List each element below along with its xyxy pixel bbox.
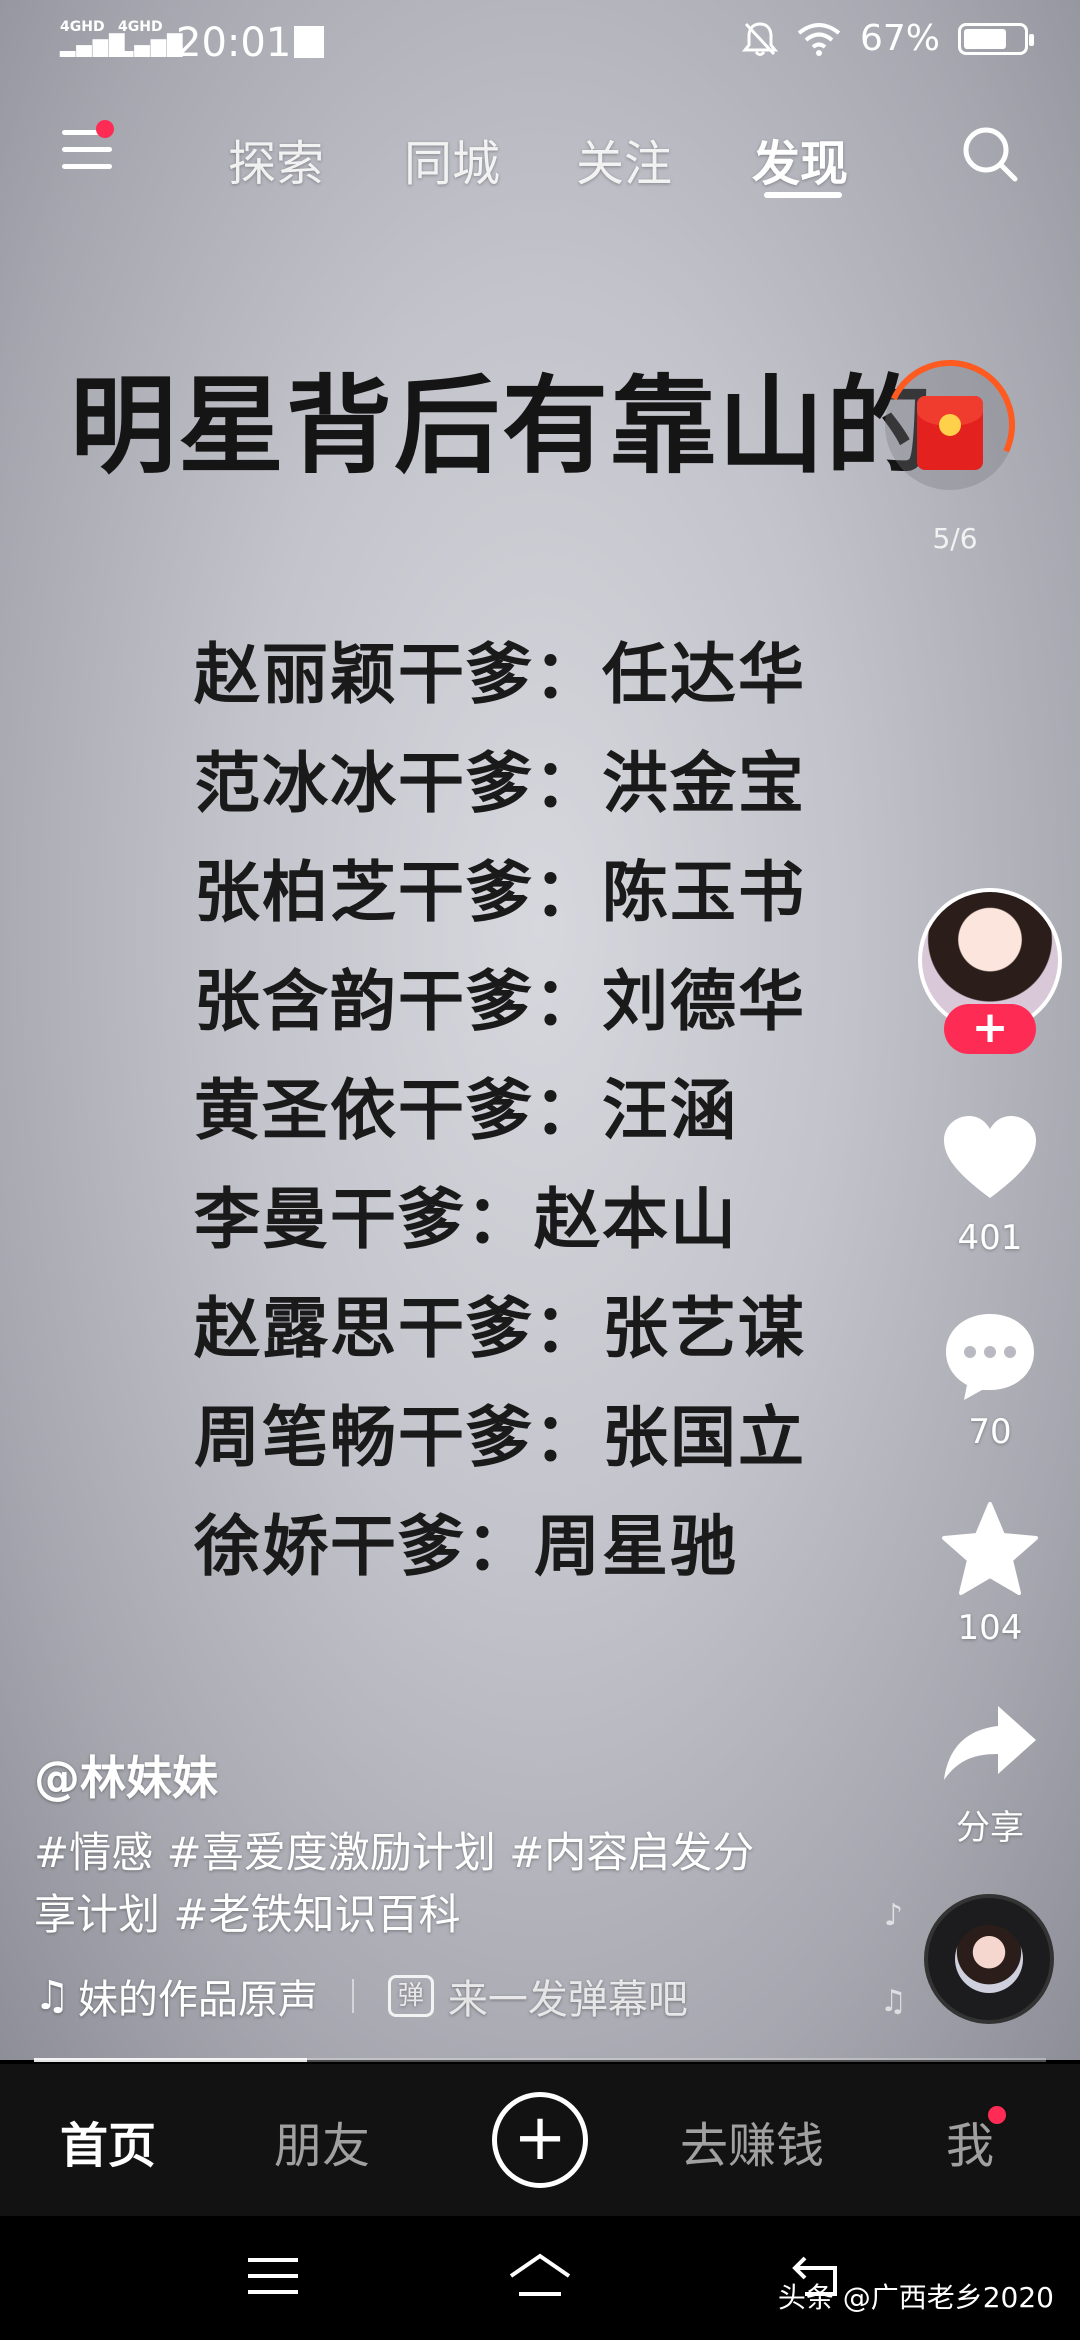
music-note-icon-2: ♫ — [880, 1984, 907, 2019]
list-item: 周笔畅干爹：张国立 — [194, 1399, 806, 1476]
share-icon[interactable] — [940, 1696, 1040, 1796]
author-name[interactable]: @林妹妹 — [34, 1742, 218, 1808]
comment-count: 70 — [968, 1412, 1012, 1452]
danmu-placeholder: 来一发弹幕吧 — [447, 1977, 688, 2023]
tab-following[interactable]: 关注 — [576, 124, 672, 194]
text-list: 赵丽颖干爹：任达华 范冰冰干爹：洪金宝 张柏芝干爹：陈玉书 张含韵干爹：刘德华 … — [194, 620, 806, 1601]
status-bar: 4GHD ▂▄▆█ 4GHD ▂▄▆█ 20:01 67% — [0, 0, 1080, 86]
signal-icon: 4GHD ▂▄▆█ — [60, 19, 126, 57]
red-packet-progress: 5/6 — [932, 522, 978, 555]
divider — [351, 1979, 354, 2013]
list-item: 徐娇干爹：周星驰 — [194, 1508, 738, 1585]
create-button[interactable]: + — [492, 2092, 588, 2188]
music-row: ♫ 妹的作品原声 弹 来一发弹幕吧 — [34, 1966, 688, 2026]
share-label: 分享 — [956, 1808, 1024, 1848]
music-disc[interactable] — [924, 1894, 1054, 2024]
battery-percent: 67% — [859, 18, 940, 59]
home-icon[interactable] — [505, 2246, 575, 2306]
video-progress-fill — [34, 2058, 308, 2062]
danmu-icon: 弹 — [387, 1975, 434, 2017]
tab-home[interactable]: 首页 — [60, 2106, 156, 2176]
like-count: 401 — [957, 1218, 1023, 1258]
search-icon[interactable] — [960, 124, 1020, 184]
active-tab-indicator — [764, 192, 842, 198]
me-badge-dot — [988, 2106, 1006, 2124]
list-item: 李曼干爹：赵本山 — [194, 1181, 738, 1258]
mute-bell-icon — [741, 21, 778, 56]
tab-explore[interactable]: 探索 — [228, 124, 324, 194]
bottom-tab-bar: 首页 朋友 + 去赚钱 我 — [0, 2064, 1080, 2216]
video-description[interactable]: #情感 #喜爱度激励计划 #内容启发分享计划 #老铁知识百科 — [34, 1822, 794, 1946]
notification-icon — [294, 26, 324, 58]
list-item: 赵露思干爹：张艺谋 — [194, 1290, 806, 1367]
top-nav: 探索 同城 关注 发现 — [0, 110, 1080, 220]
tab-friends[interactable]: 朋友 — [274, 2106, 370, 2176]
wifi-icon — [797, 22, 841, 56]
list-item: 赵丽颖干爹：任达华 — [194, 636, 806, 713]
music-title[interactable]: 妹的作品原声 — [78, 1967, 318, 2025]
music-note-icon: ♪ — [884, 1898, 904, 1933]
danmu-input[interactable]: 弹 来一发弹幕吧 — [387, 1967, 688, 2025]
favorite-count: 104 — [957, 1608, 1023, 1648]
signal-icon-2: 4GHD ▂▄▆█ — [118, 19, 184, 57]
clock: 20:01 — [176, 20, 292, 66]
watermark: 头条 @广西老乡2020 — [777, 2281, 1054, 2314]
list-item: 张柏芝干爹：陈玉书 — [194, 854, 806, 931]
tab-me[interactable]: 我 — [946, 2106, 994, 2176]
menu-icon[interactable] — [238, 2246, 308, 2306]
follow-button[interactable]: + — [944, 1004, 1036, 1054]
status-right: 67% — [741, 18, 1034, 59]
menu-badge-dot — [96, 120, 114, 138]
comment-icon[interactable] — [940, 1306, 1040, 1406]
heart-icon[interactable] — [940, 1110, 1040, 1210]
battery-icon — [958, 22, 1034, 55]
tab-discover[interactable]: 发现 — [752, 124, 848, 194]
tab-nearby[interactable]: 同城 — [404, 124, 500, 194]
star-icon[interactable] — [940, 1500, 1040, 1600]
music-note-icon: ♫ — [34, 1973, 70, 2019]
tab-earn[interactable]: 去赚钱 — [680, 2106, 824, 2176]
red-packet-widget[interactable] — [866, 341, 1034, 509]
red-envelope-icon — [917, 396, 983, 470]
list-item: 范冰冰干爹：洪金宝 — [194, 745, 806, 822]
list-item: 黄圣依干爹：汪涵 — [194, 1072, 738, 1149]
system-nav-bar: 头条 @广西老乡2020 — [0, 2216, 1080, 2340]
list-item: 张含韵干爹：刘德华 — [194, 963, 806, 1040]
video-progress-bar[interactable] — [34, 2058, 1046, 2062]
